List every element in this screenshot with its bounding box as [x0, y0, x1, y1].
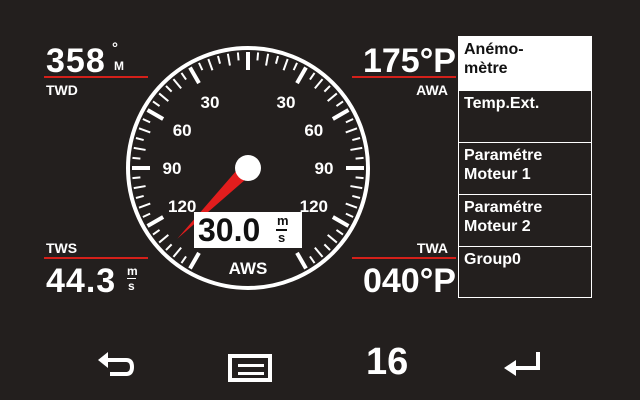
gauge-scale-label: 120 — [168, 197, 196, 216]
gauge-major-tick — [146, 215, 165, 228]
gauge-minor-tick — [256, 52, 260, 61]
return-arrow-icon — [98, 352, 135, 376]
menu-item-parametre-moteur-2[interactable]: Paramétre Moteur 2 — [459, 195, 591, 247]
gauge-hub — [235, 155, 261, 181]
menu-item-anemometre-line1: Anémo- — [464, 41, 524, 58]
menu-button[interactable] — [226, 350, 274, 382]
gauge-minor-tick — [355, 156, 364, 160]
aws-readout-unit-m: m — [277, 213, 289, 228]
gauge-minor-tick — [133, 146, 146, 151]
menu-item-parametre-moteur-2-line2: Moteur 2 — [464, 218, 531, 235]
gauge-scale-label: 60 — [173, 121, 192, 140]
gauge-minor-tick — [352, 194, 361, 199]
gauge-minor-tick — [135, 194, 144, 199]
aws-readout-value: 30.0 — [198, 212, 261, 248]
menu-item-parametre-moteur-2-line1: Paramétre — [464, 199, 543, 216]
gauge-scale-label: 120 — [300, 197, 328, 216]
gauge-minor-tick — [292, 62, 298, 71]
back-button[interactable] — [96, 348, 140, 382]
page-number: 16 — [366, 341, 409, 383]
gauge-minor-tick — [172, 247, 182, 258]
gauge-major-tick — [188, 251, 201, 270]
aws-readout-unit-s: s — [278, 230, 286, 245]
gauge-label: AWS — [229, 259, 268, 278]
gauge-minor-tick — [180, 72, 187, 81]
gauge-minor-tick — [323, 85, 331, 93]
menu-icon — [228, 354, 272, 382]
gauge-scale-labels: 30 60 90 120 30 60 90 120 — [163, 93, 334, 216]
gauge-minor-tick — [335, 100, 344, 107]
gauge-minor-tick — [345, 202, 358, 209]
gauge-minor-tick — [152, 229, 161, 236]
gauge-scale-label: 90 — [163, 159, 182, 178]
gauge-minor-tick — [132, 176, 141, 180]
gauge-minor-tick — [350, 146, 363, 151]
gauge-minor-tick — [314, 78, 324, 89]
gauge-scale-label: 90 — [315, 159, 334, 178]
gauge-minor-tick — [142, 118, 151, 124]
gauge-major-tick — [146, 108, 165, 121]
gauge-minor-tick — [345, 118, 354, 124]
gauge-scale-label: 60 — [304, 121, 323, 140]
gauge-minor-tick — [309, 255, 316, 264]
gauge-minor-tick — [165, 243, 173, 251]
gauge-minor-tick — [352, 137, 361, 142]
gauge-minor-tick — [345, 127, 358, 134]
page-menu: Anémo- mètre Temp.Ext. Paramétre Moteur … — [458, 36, 592, 298]
gauge-major-tick — [331, 108, 350, 121]
menu-item-temp-ext[interactable]: Temp.Ext. — [459, 91, 591, 143]
gauge-minor-tick — [217, 55, 222, 64]
gauge-minor-tick — [135, 137, 144, 142]
gauge-minor-tick — [327, 234, 338, 244]
gauge-minor-tick — [132, 156, 141, 160]
gauge-minor-tick — [165, 85, 173, 93]
aws-readout-box: 30.0 m s — [194, 212, 302, 248]
gauge-minor-tick — [265, 53, 270, 66]
menu-item-parametre-moteur-1[interactable]: Paramétre Moteur 1 — [459, 143, 591, 195]
gauge-minor-tick — [335, 229, 344, 236]
menu-item-temp-ext-line1: Temp.Ext. — [464, 95, 540, 112]
menu-item-group0[interactable]: Group0 — [459, 247, 591, 297]
gauge-minor-tick — [309, 72, 316, 81]
gauge-minor-tick — [350, 185, 363, 190]
gauge-major-tick — [331, 215, 350, 228]
gauge-minor-tick — [198, 62, 204, 71]
gauge-minor-tick — [226, 53, 231, 66]
enter-arrow-icon — [504, 352, 540, 376]
gauge-minor-tick — [327, 92, 338, 102]
gauge-minor-tick — [323, 243, 331, 251]
menu-item-group0-line1: Group0 — [464, 251, 521, 268]
gauge-minor-tick — [152, 100, 161, 107]
gauge-minor-tick — [158, 234, 169, 244]
gauge-minor-tick — [345, 212, 354, 218]
gauge-minor-tick — [142, 212, 151, 218]
gauge-major-tick — [295, 66, 308, 85]
gauge-minor-tick — [158, 92, 169, 102]
gauge-minor-tick — [207, 58, 214, 71]
gauge-minor-tick — [180, 255, 187, 264]
gauge-minor-tick — [274, 55, 279, 64]
menu-item-anemometre-line2: mètre — [464, 60, 508, 77]
gauge-major-tick — [188, 66, 201, 85]
menu-item-parametre-moteur-1-line2: Moteur 1 — [464, 166, 531, 183]
gauge-minor-tick — [133, 185, 146, 190]
gauge-minor-tick — [138, 202, 151, 209]
gauge-scale-label: 30 — [277, 93, 296, 112]
gauge-major-tick — [295, 251, 308, 270]
gauge-minor-tick — [138, 127, 151, 134]
gauge-minor-tick — [314, 247, 324, 258]
gauge-minor-tick — [236, 52, 240, 61]
gauge-scale-label: 30 — [201, 93, 220, 112]
menu-item-anemometre[interactable]: Anémo- mètre — [459, 37, 591, 91]
menu-item-parametre-moteur-1-line1: Paramétre — [464, 147, 543, 164]
enter-button[interactable] — [502, 348, 546, 382]
gauge-minor-tick — [282, 58, 289, 71]
gauge-minor-tick — [355, 176, 364, 180]
gauge-minor-tick — [172, 78, 182, 89]
